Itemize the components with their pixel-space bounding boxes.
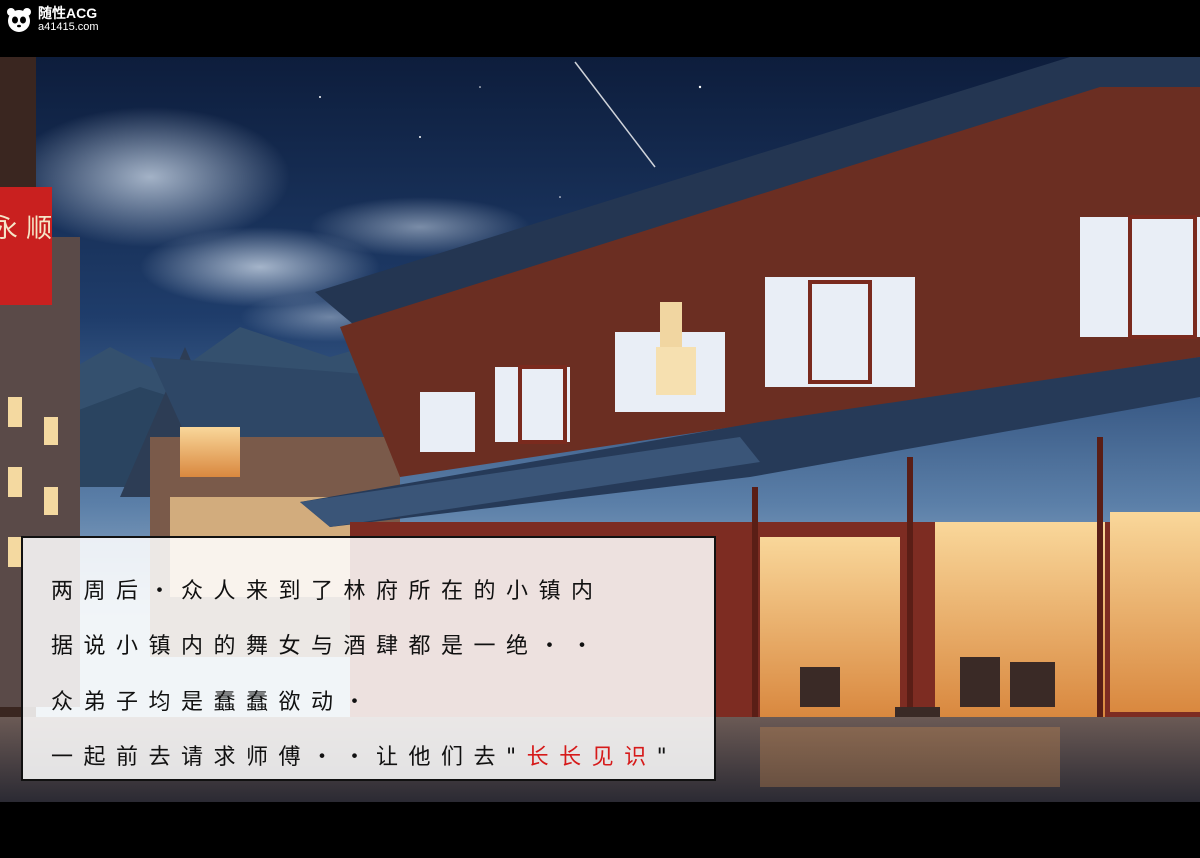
dialogue-line-4: 一起前去请求师傅・・让他们去"长长见识": [51, 739, 677, 771]
bottom-letterbox: [0, 802, 1200, 858]
dialogue-line-4-prefix: 一起前去请求师傅・・让他们去": [51, 745, 527, 770]
dialogue-highlight: 长长见识: [526, 745, 657, 770]
dialogue-line-3: 众弟子均是蠢蠢欲动・: [51, 690, 377, 715]
dialogue-box: 两周后・众人来到了林府所在的小镇内 据说小镇内的舞女与酒肆都是一绝・・ 众弟子均…: [21, 536, 716, 781]
watermark-url: a41415.com: [38, 21, 99, 33]
watermark-name: 随性ACG: [38, 5, 98, 21]
top-letterbox: 随性ACG a41415.com: [0, 0, 1200, 57]
red-banner-sign: [0, 187, 52, 305]
watermark-logo: 随性ACG a41415.com: [6, 6, 99, 33]
dialogue-line-1: 两周后・众人来到了林府所在的小镇内: [51, 579, 604, 604]
panda-logo-icon: [7, 7, 31, 32]
banner-text: 永 顺: [0, 214, 52, 244]
dialogue-line-2: 据说小镇内的舞女与酒肆都是一绝・・: [51, 634, 604, 659]
dialogue-line-4-suffix: ": [656, 745, 678, 770]
